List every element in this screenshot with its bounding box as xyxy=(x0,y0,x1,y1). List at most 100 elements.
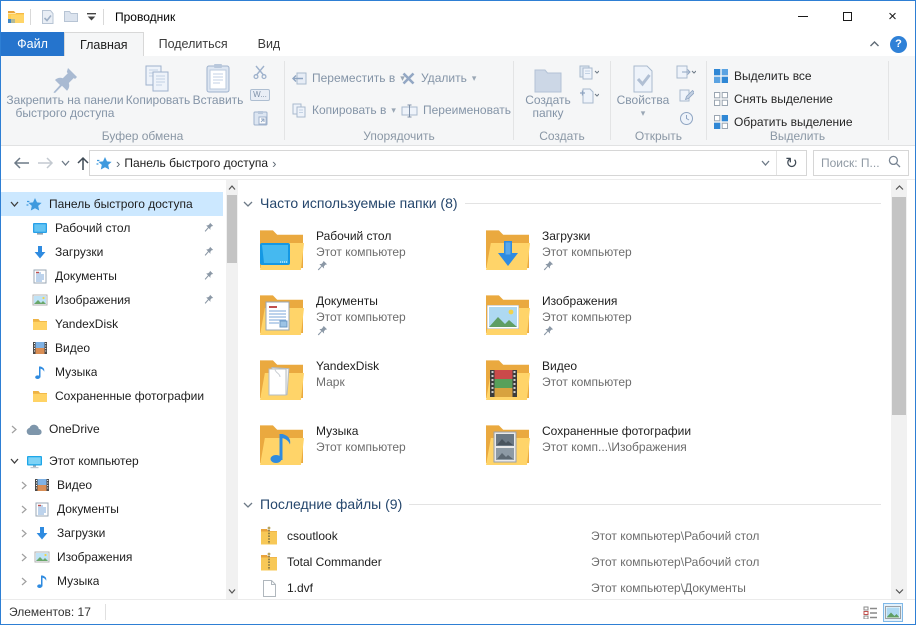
open-button[interactable] xyxy=(673,61,699,83)
tile-videos[interactable]: ВидеоЭтот компьютер xyxy=(485,356,707,414)
address-bar[interactable]: › Панель быстрого доступа › ↻ xyxy=(89,150,807,176)
scrollbar-thumb[interactable] xyxy=(227,195,237,263)
sidebar-item-saved-photos[interactable]: Сохраненные фотографии xyxy=(1,384,223,408)
chevron-collapsed-icon[interactable] xyxy=(17,505,31,514)
chevron-collapsed-icon[interactable] xyxy=(17,481,31,490)
sidebar-item-pc-music[interactable]: Музыка xyxy=(1,569,223,593)
sidebar-item-pictures[interactable]: Изображения xyxy=(1,288,223,312)
sidebar-item-label: OneDrive xyxy=(49,422,100,436)
search-icon[interactable] xyxy=(888,155,901,171)
rename-button[interactable]: Переименовать xyxy=(401,98,511,122)
section-title[interactable]: Последние файлы (9) xyxy=(260,496,402,512)
select-all-button[interactable]: Выделить все xyxy=(713,64,812,88)
forward-button[interactable] xyxy=(35,146,55,180)
copy-button[interactable]: Копировать xyxy=(127,60,189,107)
clear-selection-button[interactable]: Снять выделение xyxy=(713,87,833,111)
scroll-up-icon[interactable] xyxy=(226,180,238,195)
scroll-down-icon[interactable] xyxy=(226,584,238,599)
tile-saved-photos[interactable]: Сохраненные фотографииЭтот комп...\Изобр… xyxy=(485,421,707,479)
scrollbar-thumb[interactable] xyxy=(892,197,906,415)
chevron-collapsed-icon[interactable] xyxy=(7,425,21,434)
easy-access-button[interactable] xyxy=(576,62,602,84)
chevron-expanded-icon[interactable] xyxy=(7,201,21,207)
sidebar-item-music[interactable]: Музыка xyxy=(1,360,223,384)
content-scrollbar[interactable] xyxy=(891,180,907,599)
chevron-collapsed-icon[interactable] xyxy=(17,577,31,586)
properties-button[interactable]: Свойства ▾ xyxy=(613,60,673,120)
tile-desktop[interactable]: Рабочий столЭтот компьютер xyxy=(259,226,481,284)
statusbar: Элементов: 17 xyxy=(1,599,915,624)
thumbnails-view-button[interactable] xyxy=(883,603,903,622)
copy-to-button[interactable]: Копировать в▾ xyxy=(291,98,396,122)
edit-button[interactable] xyxy=(673,84,699,106)
scroll-down-icon[interactable] xyxy=(891,584,907,599)
sidebar-item-downloads[interactable]: Загрузки xyxy=(1,240,223,264)
sidebar-item-label: Сохраненные фотографии xyxy=(55,389,204,403)
document-icon xyxy=(31,269,49,284)
customize-qat-dropdown-icon[interactable] xyxy=(84,7,98,27)
tab-home[interactable]: Главная xyxy=(64,32,144,56)
sidebar-item-pc-downloads[interactable]: Загрузки xyxy=(1,521,223,545)
section-collapse-icon[interactable] xyxy=(243,497,253,511)
tab-file[interactable]: Файл xyxy=(1,32,64,56)
document-icon xyxy=(33,502,51,517)
chevron-expanded-icon[interactable] xyxy=(7,458,21,464)
recent-locations-dropdown-icon[interactable] xyxy=(57,146,73,180)
properties-qat-button[interactable] xyxy=(36,7,58,27)
new-folder-qat-button[interactable] xyxy=(60,7,82,27)
scroll-up-icon[interactable] xyxy=(891,180,907,195)
address-dropdown-button[interactable] xyxy=(754,151,776,175)
paste-button[interactable]: Вставить xyxy=(191,60,245,107)
tile-pictures[interactable]: ИзображенияЭтот компьютер xyxy=(485,291,707,349)
section-collapse-icon[interactable] xyxy=(243,196,253,210)
pin-to-quick-access-button[interactable]: Закрепить на панели быстрого доступа xyxy=(3,60,127,120)
breadcrumb-item[interactable]: Панель быстрого доступа xyxy=(124,156,268,170)
paste-shortcut-button[interactable] xyxy=(247,107,273,129)
back-button[interactable] xyxy=(9,146,33,180)
sidebar-item-quick-access[interactable]: Панель быстрого доступа xyxy=(1,192,223,216)
history-button[interactable] xyxy=(673,107,699,129)
file-row-total-commander[interactable]: Total Commander Этот компьютер\Рабочий с… xyxy=(239,549,891,575)
tab-view[interactable]: Вид xyxy=(243,32,296,56)
file-row-csoutlook[interactable]: csoutlook Этот компьютер\Рабочий стол xyxy=(239,523,891,549)
copy-path-button[interactable]: W... xyxy=(247,84,273,106)
section-frequent-folders: Часто используемые папки (8) xyxy=(243,194,881,212)
minimize-button[interactable] xyxy=(780,1,825,32)
sidebar-item-yandexdisk[interactable]: YandexDisk xyxy=(1,312,223,336)
sidebar-item-documents[interactable]: Документы xyxy=(1,264,223,288)
sidebar-item-pc-documents[interactable]: Документы xyxy=(1,497,223,521)
sidebar-scrollbar[interactable] xyxy=(226,180,238,599)
section-title[interactable]: Часто используемые папки (8) xyxy=(260,195,458,211)
sidebar-item-this-pc[interactable]: Этот компьютер xyxy=(1,449,223,473)
file-row-1dvf[interactable]: 1.dvf Этот компьютер\Документы xyxy=(239,575,891,599)
close-button[interactable]: × xyxy=(870,1,915,32)
details-view-button[interactable] xyxy=(860,603,880,622)
sidebar-item-desktop[interactable]: Рабочий стол xyxy=(1,216,223,240)
cut-button[interactable] xyxy=(247,61,273,83)
section-recent-files: Последние файлы (9) xyxy=(243,495,881,513)
delete-button[interactable]: Удалить▾ xyxy=(401,66,476,90)
breadcrumb-chevron-icon[interactable]: › xyxy=(272,156,276,171)
sidebar-item-pc-pictures[interactable]: Изображения xyxy=(1,545,223,569)
sidebar-item-onedrive[interactable]: OneDrive xyxy=(1,417,223,441)
maximize-button[interactable] xyxy=(825,1,870,32)
new-item-button[interactable] xyxy=(576,85,602,107)
collapse-ribbon-button[interactable] xyxy=(869,37,880,51)
music-icon xyxy=(33,574,51,589)
chevron-collapsed-icon[interactable] xyxy=(17,553,31,562)
sidebar-item-pc-videos[interactable]: Видео xyxy=(1,473,223,497)
move-to-button[interactable]: Переместить в▾ xyxy=(291,66,405,90)
tile-yandexdisk[interactable]: YandexDiskМарк xyxy=(259,356,481,414)
new-folder-button[interactable]: Создать папку xyxy=(520,60,576,120)
search-input[interactable]: Поиск: П... xyxy=(813,150,909,176)
chevron-collapsed-icon[interactable] xyxy=(17,529,31,538)
tab-share[interactable]: Поделиться xyxy=(144,32,243,56)
tile-downloads[interactable]: ЗагрузкиЭтот компьютер xyxy=(485,226,707,284)
help-button[interactable]: ? xyxy=(890,36,907,53)
refresh-button[interactable]: ↻ xyxy=(776,151,806,175)
quick-access-toolbar xyxy=(36,7,98,27)
tile-music[interactable]: МузыкаЭтот компьютер xyxy=(259,421,481,479)
tile-documents[interactable]: ДокументыЭтот компьютер xyxy=(259,291,481,349)
group-label: Открыть xyxy=(611,129,706,143)
sidebar-item-videos[interactable]: Видео xyxy=(1,336,223,360)
